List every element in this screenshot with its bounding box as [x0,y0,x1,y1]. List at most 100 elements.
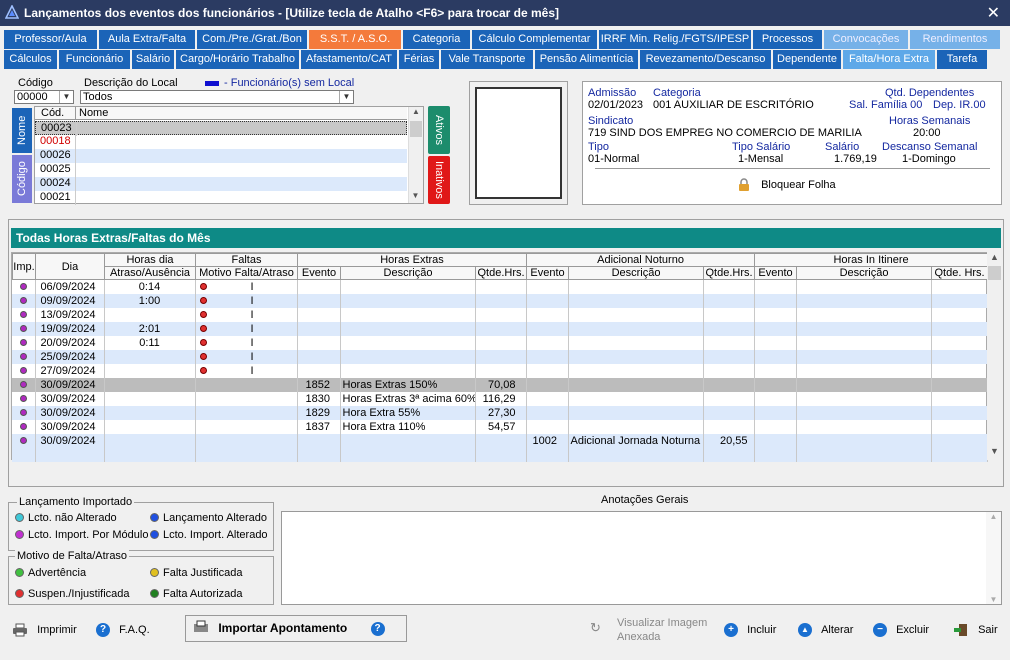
cell-he-qtde [475,434,527,448]
cell-an-qtde [703,308,755,322]
table-row[interactable] [12,448,988,462]
tab-cargo-hor-rio-trabalho[interactable]: Cargo/Horário Trabalho [176,50,299,69]
tab-vale-transporte[interactable]: Vale Transporte [441,50,533,69]
imported-module-icon [19,283,27,290]
falta-red-dot-icon [199,325,207,332]
tab-funcion-rio[interactable]: Funcionário [59,50,130,69]
incluir-button[interactable]: + Incluir [724,623,776,637]
col-he-descricao: Descrição [340,266,476,280]
table-row[interactable]: 06/09/2024 0:14 I [12,280,988,294]
faq-button[interactable]: ? F.A.Q. [96,623,150,637]
tab-s-s-t-a-s-o[interactable]: S.S.T. / A.S.O. [309,30,401,49]
cell-dia: 30/09/2024 [35,406,105,420]
table-row[interactable]: 27/09/2024 I [12,364,988,378]
close-icon[interactable]: ✕ [987,3,1000,23]
tab-irrf-min-relig-fgts-ipesp[interactable]: IRRF Min. Relig./FGTS/IPESP [599,30,751,49]
tab-com-pre-grat-bon[interactable]: Com./Pre./Grat./Bon [197,30,307,49]
cell-hi-evento [754,350,797,364]
tab-tarefa[interactable]: Tarefa [937,50,987,69]
employee-photo[interactable] [475,87,562,199]
status-tab-inativos[interactable]: Inativos [428,156,450,204]
cell-hi-descricao [796,364,932,378]
employee-row[interactable]: 00025 [35,163,407,177]
tab-pens-o-aliment-cia[interactable]: Pensão Alimentícia [535,50,638,69]
cell-hi-descricao [796,294,932,308]
descricao-select[interactable]: Todos ▼ [80,90,354,104]
cell-hi-qtde [931,308,988,322]
falta-red-dot-icon [199,367,207,374]
help-icon: ? [96,623,110,637]
tab-dependente[interactable]: Dependente [773,50,841,69]
table-row[interactable]: 30/09/2024 1829 Hora Extra 55% 27,30 [12,406,988,420]
table-row[interactable]: 30/09/2024 1002 Adicional Jornada Noturna 2… [12,434,988,448]
table-row[interactable]: 25/09/2024 I [12,350,988,364]
codigo-select[interactable]: 00000 ▼ [14,90,74,104]
tab-professor-aula[interactable]: Professor/Aula [4,30,97,49]
sair-label: Sair [978,623,998,636]
employee-row[interactable]: 00018 [35,135,407,149]
chevron-down-icon[interactable]: ▼ [339,91,353,103]
help-icon[interactable]: ? [370,621,385,636]
cell-hi-descricao [796,406,932,420]
group-adicional-noturno: Adicional Noturno [526,253,756,267]
plus-icon: + [724,623,738,637]
group-horas-in-itinere: Horas In Itinere [754,253,989,267]
cell-atraso: 0:14 [104,280,196,294]
sair-button[interactable]: Sair [953,623,998,637]
tab-falta-hora-extra[interactable]: Falta/Hora Extra [843,50,935,69]
motivo-code: I [250,365,254,377]
table-row[interactable]: 30/09/2024 1830 Horas Extras 3ª acima 60% 1… [12,392,988,406]
tab-categoria[interactable]: Categoria [403,30,470,49]
minus-icon: − [873,623,887,637]
cell-dia: 19/09/2024 [35,322,105,336]
importar-apontamento-button[interactable]: Importar Apontamento ? [185,615,407,642]
anexada-label: Anexada [617,631,661,643]
qtd-dependentes-label: Qtd. Dependentes [885,87,975,99]
employee-list-scrollbar[interactable]: ▲ ▼ [408,107,423,203]
table-row[interactable]: 30/09/2024 1837 Hora Extra 110% 54,57 [12,420,988,434]
chevron-down-icon[interactable]: ▼ [59,91,73,103]
tab-c-lculos[interactable]: Cálculos [4,50,57,69]
bloquear-folha-button[interactable]: Bloquear Folha [738,178,836,192]
cell-motivo: I [195,336,298,350]
table-row[interactable]: 20/09/2024 0:11 I [12,336,988,350]
table-row[interactable]: 09/09/2024 1:00 I [12,294,988,308]
tab-convoca-es[interactable]: Convocações [824,30,908,49]
cell-an-qtde [703,336,755,350]
tab-f-rias[interactable]: Férias [399,50,439,69]
cell-he-evento [297,336,341,350]
cell-motivo [195,378,298,392]
anotacoes-scrollbar[interactable]: ▲ ▼ [986,512,1001,604]
status-tab-ativos[interactable]: Ativos [428,106,450,154]
tab-afastamento-cat[interactable]: Afastamento/CAT [301,50,397,69]
col-hi-evento: Evento [754,266,798,280]
cell-motivo [195,434,298,448]
employee-row[interactable]: 00021 [35,191,407,205]
descricao-label: Descrição do Local [84,77,178,89]
table-row[interactable]: 19/09/2024 2:01 I [12,322,988,336]
employee-row[interactable]: 00023 [35,121,407,136]
tab-aula-extra-falta[interactable]: Aula Extra/Falta [99,30,195,49]
employee-row[interactable]: 00024 [35,177,407,191]
tab-processos[interactable]: Processos [753,30,822,49]
employee-row[interactable]: 00026 [35,149,407,163]
cell-he-qtde: 70,08 [475,378,527,392]
side-tab-codigo[interactable]: Código [12,155,32,203]
table-row[interactable]: 13/09/2024 I [12,308,988,322]
legend-alterado: Lançamento Alterado [163,512,267,524]
excluir-button[interactable]: − Excluir [873,623,929,637]
cell-an-evento [526,392,569,406]
tab-c-lculo-complementar[interactable]: Cálculo Complementar [472,30,597,49]
imprimir-button[interactable]: Imprimir [12,623,77,637]
cell-he-evento [297,434,341,448]
table-row[interactable]: 30/09/2024 1852 Horas Extras 150% 70,08 [12,378,988,392]
tab-sal-rio[interactable]: Salário [132,50,174,69]
side-tab-nome[interactable]: Nome [12,108,32,153]
events-table-scrollbar[interactable]: ▲ ▼ [987,252,1002,460]
faq-label: F.A.Q. [119,623,150,636]
tab-rendimentos[interactable]: Rendimentos [910,30,1000,49]
tab-revezamento-descanso[interactable]: Revezamento/Descanso [640,50,771,69]
cell-he-descricao [340,294,476,308]
alterar-button[interactable]: ▲ Alterar [798,623,853,637]
anotacoes-textarea[interactable]: ▲ ▼ [281,511,1002,605]
